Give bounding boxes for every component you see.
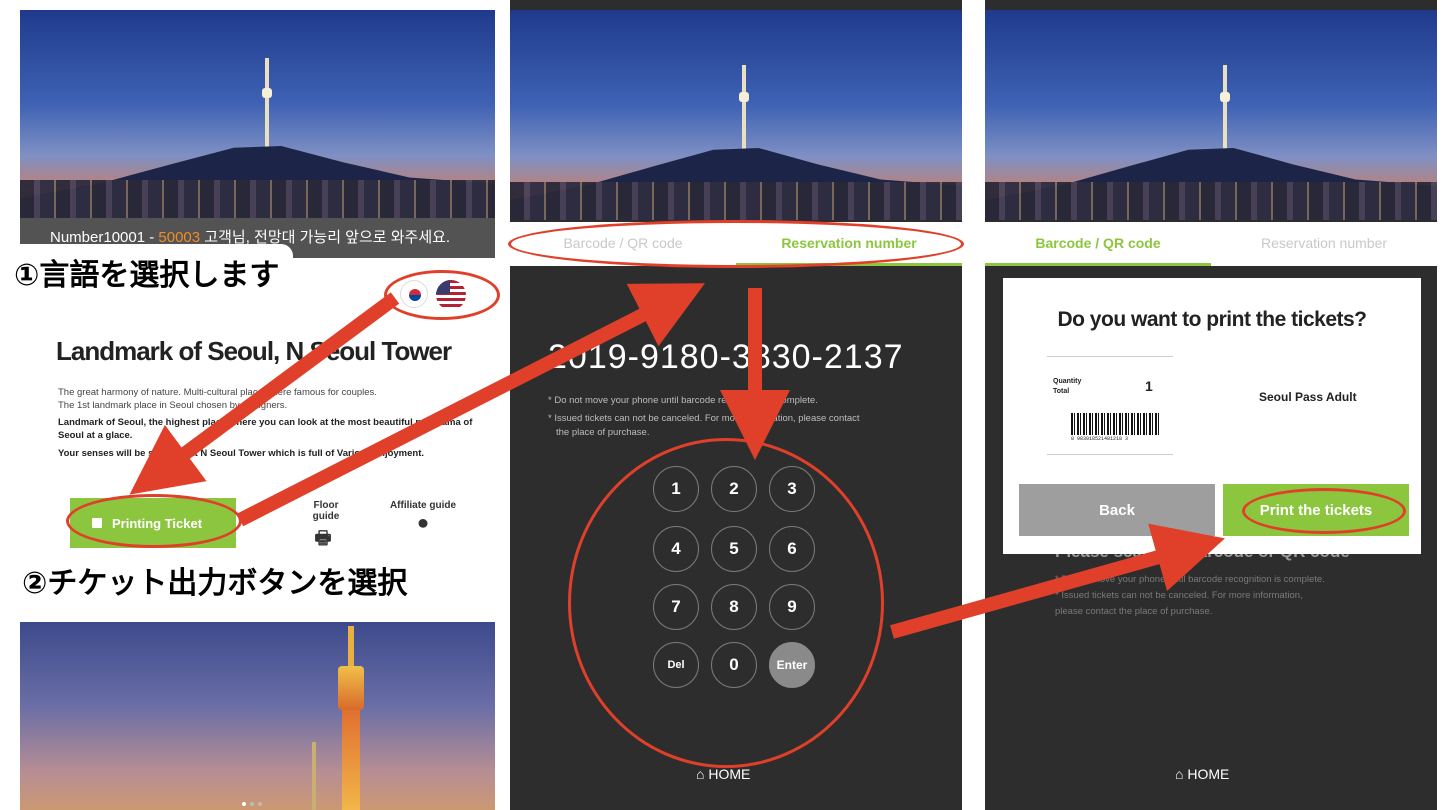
- annotation-arrows: [129, 283, 1225, 639]
- arrow-button-to-tab: [236, 283, 705, 527]
- callout-step2: ②チケット出力ボタンを選択: [8, 552, 422, 608]
- arrow-flags-to-button: [129, 292, 400, 495]
- arrow-keypad-to-print: [890, 523, 1225, 639]
- callout-step1: ①言語を選択します: [0, 244, 294, 300]
- screenshot-root: Number10001 - 50003 고객님, 전망대 가능리 앞으로 와주세…: [0, 0, 1449, 810]
